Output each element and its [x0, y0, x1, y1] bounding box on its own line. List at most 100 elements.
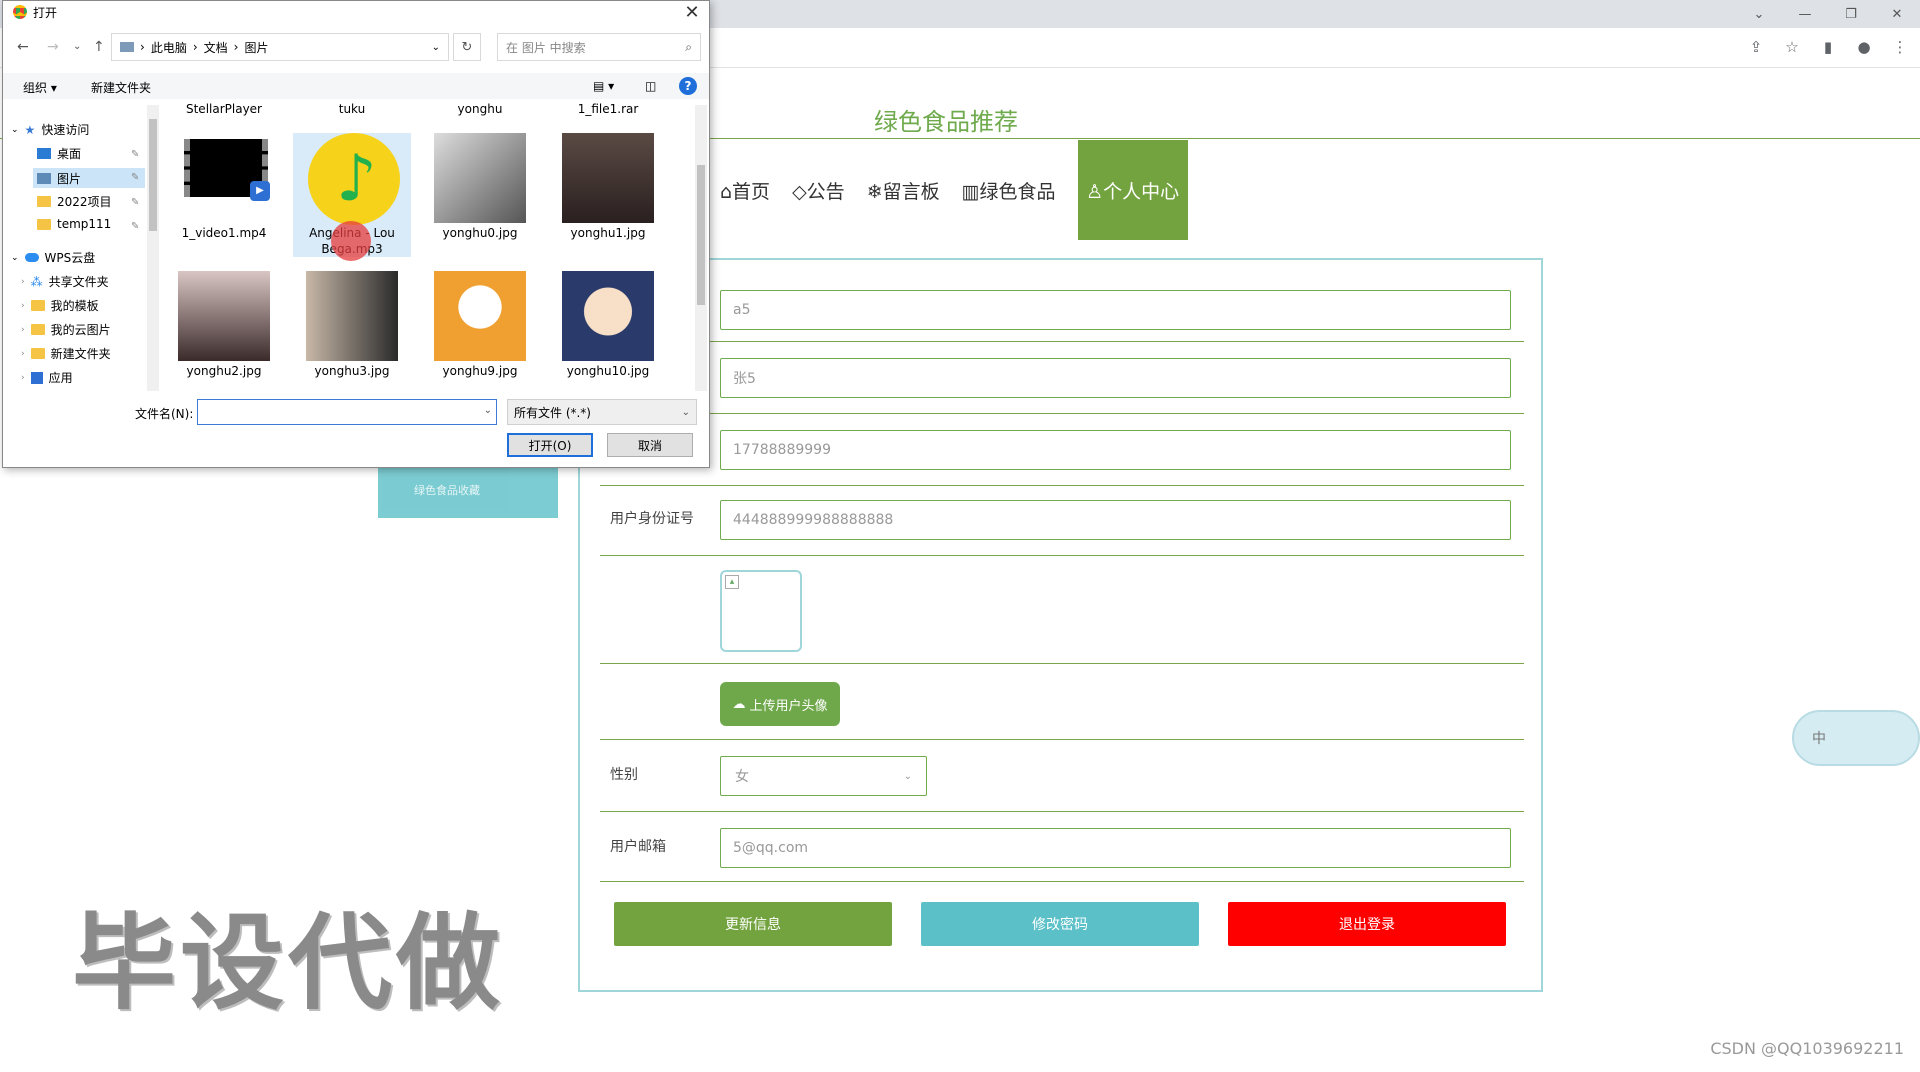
nav-notice[interactable]: ◇公告	[792, 140, 845, 240]
tree-scrollbar[interactable]	[147, 105, 159, 391]
nav-message-board[interactable]: ❄留言板	[867, 140, 940, 240]
file-tile[interactable]: yonghu9.jpg	[421, 271, 539, 379]
chevron-down-icon[interactable]: ⌄	[484, 405, 492, 416]
file-tile[interactable]: 1_file1.rar	[549, 99, 667, 117]
navigation-tree: ⌄ ★ 快速访问 桌面 图片 2022项目 temp111 ✎ ✎ ✎ ✎ ⌄ …	[3, 105, 159, 391]
cancel-button[interactable]: 取消	[607, 433, 693, 457]
profile-icon[interactable]: ●	[1854, 36, 1874, 58]
nav-home[interactable]: ⌂首页	[720, 140, 770, 240]
close-window-icon[interactable]: ✕	[1874, 0, 1920, 28]
upload-avatar-button[interactable]: ☁ 上传用户头像	[720, 682, 840, 726]
organize-menu[interactable]: 组织 ▾	[23, 79, 57, 96]
email-input[interactable]: 5@qq.com	[720, 828, 1511, 868]
form-row-upload: ☁ 上传用户头像	[600, 664, 1524, 740]
breadcrumb-docs[interactable]: 文档	[204, 39, 228, 56]
nav-personal-center[interactable]: ♙个人中心	[1077, 140, 1188, 240]
gender-label: 性别	[610, 767, 638, 783]
bookmark-star-icon[interactable]: ☆	[1782, 36, 1802, 58]
video-thumbnail: ▶	[178, 133, 270, 223]
forward-arrow-icon[interactable]: →	[47, 39, 59, 55]
phone-input[interactable]: 17788889999	[720, 430, 1511, 470]
file-tile[interactable]: tuku	[293, 99, 411, 117]
filename-input[interactable]: ⌄	[197, 399, 497, 425]
folder-icon	[30, 348, 45, 359]
logout-button[interactable]: 退出登录	[1228, 902, 1506, 946]
apps-icon	[30, 371, 43, 384]
pictures-icon	[37, 172, 51, 184]
tree-my-templates[interactable]: › 我的模板	[21, 297, 99, 314]
refresh-icon[interactable]: ↻	[453, 33, 481, 61]
tree-label: 桌面	[57, 147, 82, 161]
photo-thumbnail	[306, 271, 398, 361]
preview-pane-icon[interactable]: ◫	[645, 79, 656, 93]
breadcrumb-pictures[interactable]: 图片	[244, 39, 268, 56]
form-row-email: 用户邮箱 5@qq.com	[600, 812, 1524, 882]
folder-icon	[30, 300, 45, 311]
tree-quick-access[interactable]: ⌄ ★ 快速访问	[11, 121, 89, 138]
nav-green-food[interactable]: ▥绿色食品	[962, 140, 1056, 240]
file-tile[interactable]: yonghu	[421, 99, 539, 117]
restore-icon[interactable]: ❐	[1828, 0, 1874, 28]
tree-cloud-pictures[interactable]: › 我的云图片	[21, 321, 111, 338]
update-info-button[interactable]: 更新信息	[614, 902, 892, 946]
path-dropdown-icon[interactable]: ⌄	[432, 42, 440, 53]
tree-desktop[interactable]: 桌面	[37, 145, 81, 162]
upload-avatar-label: 上传用户头像	[749, 698, 828, 714]
file-tile[interactable]: ▶ 1_video1.mp4	[165, 133, 283, 241]
name-input[interactable]: 张5	[720, 358, 1511, 398]
recent-dropdown-icon[interactable]: ⌄	[73, 41, 81, 52]
change-password-button[interactable]: 修改密码	[921, 902, 1199, 946]
cloud-icon	[24, 253, 39, 262]
file-tile[interactable]: yonghu10.jpg	[549, 271, 667, 379]
form-row-avatar: ▴	[600, 556, 1524, 664]
tree-2022-project[interactable]: 2022项目	[37, 193, 112, 210]
tree-pictures[interactable]: 图片	[33, 168, 145, 188]
tree-label: 新建文件夹	[50, 347, 111, 361]
id-input[interactable]: 444888999988888888	[720, 500, 1511, 540]
open-button[interactable]: 打开(O)	[507, 433, 593, 457]
help-icon[interactable]: ?	[679, 77, 697, 95]
collapse-chevron-icon: ›	[21, 276, 25, 287]
form-row-phone: 17788889999	[600, 414, 1524, 486]
back-arrow-icon[interactable]: ←	[17, 39, 29, 55]
file-name: 1_file1.rar	[577, 102, 639, 116]
file-name: yonghu3.jpg	[314, 364, 390, 378]
file-tile[interactable]: yonghu0.jpg	[421, 133, 539, 241]
tab-search-icon[interactable]: ⌄	[1736, 0, 1782, 28]
dialog-close-icon[interactable]: ✕	[681, 1, 703, 23]
tree-apps[interactable]: › 应用	[21, 369, 73, 386]
share-folder-icon: ⁂	[30, 274, 43, 289]
file-tile[interactable]: yonghu2.jpg	[165, 271, 283, 379]
file-tile[interactable]: StellarPlayer	[165, 99, 283, 117]
file-tile[interactable]: yonghu3.jpg	[293, 271, 411, 379]
scroll-thumb[interactable]	[697, 165, 705, 305]
filetype-select[interactable]: 所有文件 (*.*) ⌄	[507, 399, 697, 425]
share-icon[interactable]: ⇪	[1746, 36, 1766, 58]
dialog-search-input[interactable]: 在 图片 中搜索 ⌕	[497, 33, 701, 61]
sidebar-item-favorites[interactable]: 绿色食品收藏	[378, 462, 558, 518]
file-grid-scrollbar[interactable]	[695, 105, 707, 391]
menu-kebab-icon[interactable]: ⋮	[1890, 36, 1910, 58]
folder-icon	[30, 324, 45, 335]
profile-form: a5 张5 17788889999 用户身份证号 444888999988888…	[578, 258, 1543, 992]
tree-wps-cloud[interactable]: ⌄ WPS云盘	[11, 249, 95, 266]
account-input[interactable]: a5	[720, 290, 1511, 330]
scroll-thumb[interactable]	[149, 119, 157, 231]
side-panel-icon[interactable]: ▮	[1818, 36, 1838, 58]
tree-shared-folder[interactable]: › ⁂ 共享文件夹	[21, 273, 109, 290]
tree-new-folder[interactable]: › 新建文件夹	[21, 345, 111, 362]
file-tile-selected[interactable]: ♪ Angelina - Lou Bega.mp3	[293, 133, 411, 261]
floating-ime-widget[interactable]: 中	[1792, 710, 1920, 766]
tree-label: 我的模板	[50, 299, 99, 313]
breadcrumb-pc[interactable]: 此电脑	[151, 39, 187, 56]
minimize-icon[interactable]: —	[1782, 0, 1828, 28]
file-name: yonghu9.jpg	[442, 364, 518, 378]
breadcrumb[interactable]: › 此电脑 › 文档 › 图片 ⌄	[111, 33, 449, 61]
view-options-icon[interactable]: ▤ ▾	[593, 79, 614, 93]
file-tile[interactable]: yonghu1.jpg	[549, 133, 667, 241]
tree-temp111[interactable]: temp111	[37, 217, 111, 231]
expand-chevron-icon: ⌄	[11, 124, 19, 135]
gender-select[interactable]: 女 ⌄	[720, 756, 927, 796]
up-arrow-icon[interactable]: ↑	[93, 39, 105, 55]
new-folder-button[interactable]: 新建文件夹	[91, 79, 151, 96]
